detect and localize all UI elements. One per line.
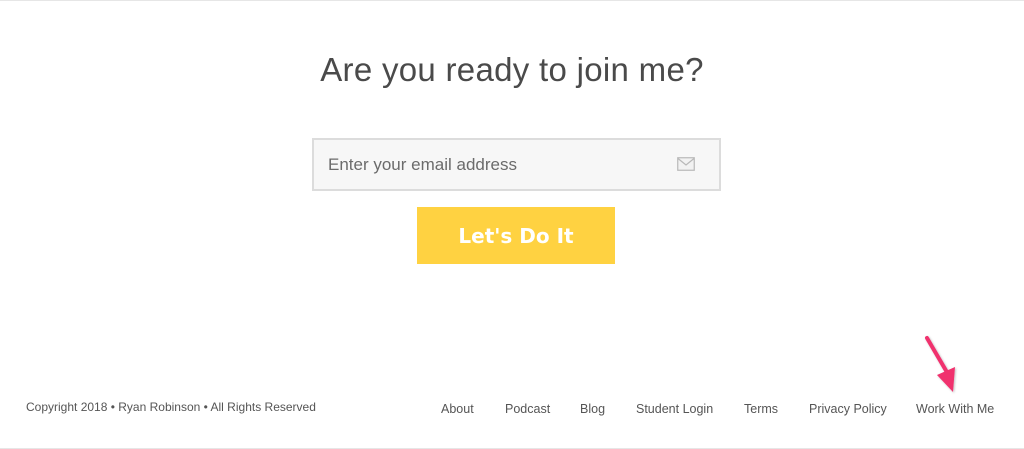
footer-nav: About Podcast Blog Student Login Terms P… — [0, 402, 1024, 420]
envelope-icon — [677, 157, 695, 171]
footer-link-terms[interactable]: Terms — [744, 402, 778, 416]
footer-link-podcast[interactable]: Podcast — [505, 402, 550, 416]
page: Are you ready to join me? Let's Do It Co… — [0, 0, 1024, 449]
arrow-icon — [925, 336, 955, 392]
email-field[interactable] — [312, 138, 721, 191]
footer-link-student-login[interactable]: Student Login — [636, 402, 713, 416]
footer-link-privacy-policy[interactable]: Privacy Policy — [809, 402, 887, 416]
footer-link-about[interactable]: About — [441, 402, 474, 416]
footer-link-blog[interactable]: Blog — [580, 402, 605, 416]
signup-heading: Are you ready to join me? — [320, 51, 704, 88]
footer-link-work-with-me[interactable]: Work With Me — [916, 402, 994, 416]
lets-do-it-button[interactable]: Let's Do It — [417, 207, 615, 264]
email-input[interactable] — [328, 152, 658, 178]
